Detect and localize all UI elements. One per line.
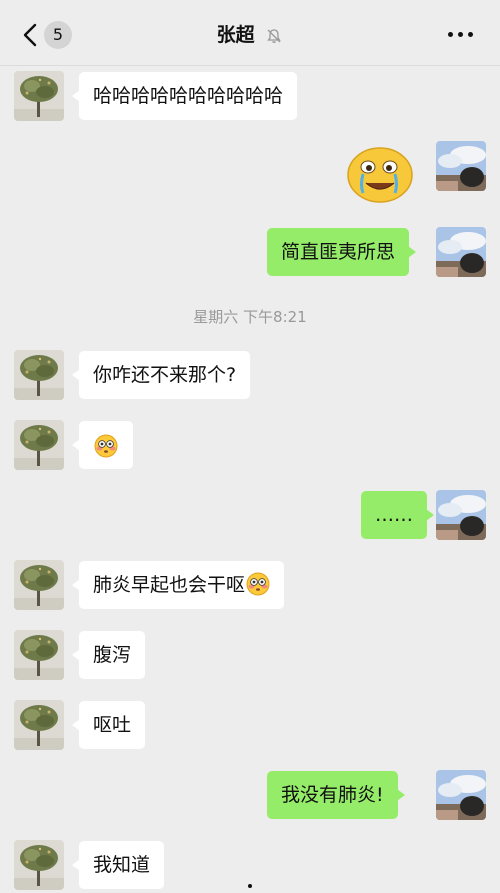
crying-laughing-sticker[interactable] (344, 141, 420, 207)
message-text: 我知道 (93, 854, 151, 876)
my-avatar[interactable] (436, 490, 486, 540)
contact-avatar[interactable] (14, 71, 64, 121)
scroll-indicator (248, 884, 252, 888)
contact-avatar[interactable] (14, 630, 64, 680)
message-bubble-incoming[interactable]: 肺炎早起也会干呕 (71, 561, 285, 609)
message-text: …… (375, 504, 413, 526)
message-bubble-incoming[interactable] (72, 421, 133, 469)
message-bubble-incoming[interactable]: 哈哈哈哈哈哈哈哈哈哈 (71, 72, 298, 120)
message-bubble-outgoing[interactable]: …… (361, 491, 434, 539)
message-bubble-outgoing[interactable]: 我没有肺炎! (267, 771, 405, 819)
message-text: 你咋还不来那个? (93, 364, 237, 386)
flushed-face-emoji (94, 434, 118, 457)
contact-avatar[interactable] (14, 420, 64, 470)
message-bubble-incoming[interactable]: 你咋还不来那个? (71, 351, 251, 399)
message-text: 呕吐 (93, 714, 132, 736)
more-options-button[interactable] (448, 30, 474, 40)
message-text: 简直匪夷所思 (281, 241, 396, 263)
message-text: 肺炎早起也会干呕 (93, 574, 246, 596)
message-bubble-outgoing[interactable]: 简直匪夷所思 (267, 228, 417, 276)
my-avatar[interactable] (436, 770, 486, 820)
contact-avatar[interactable] (14, 840, 64, 890)
flushed-face-emoji (246, 572, 270, 596)
my-avatar[interactable] (436, 141, 486, 191)
chat-title-area: 张超 (0, 20, 500, 50)
contact-avatar[interactable] (14, 350, 64, 400)
message-text: 哈哈哈哈哈哈哈哈哈哈 (93, 85, 284, 107)
contact-avatar[interactable] (14, 700, 64, 750)
contact-avatar[interactable] (14, 560, 64, 610)
ellipsis-icon (448, 32, 453, 37)
bell-off-icon (267, 28, 282, 43)
message-bubble-incoming[interactable]: 我知道 (71, 841, 165, 889)
message-timestamp: 星期六 下午8:21 (193, 308, 307, 326)
message-bubble-incoming[interactable]: 腹泻 (71, 631, 146, 679)
chat-title: 张超 (216, 24, 255, 46)
message-text: 腹泻 (93, 644, 132, 666)
message-bubble-incoming[interactable]: 呕吐 (71, 701, 146, 749)
chat-header: 5 张超 (0, 0, 500, 66)
message-text: 我没有肺炎! (281, 784, 384, 806)
my-avatar[interactable] (436, 227, 486, 277)
